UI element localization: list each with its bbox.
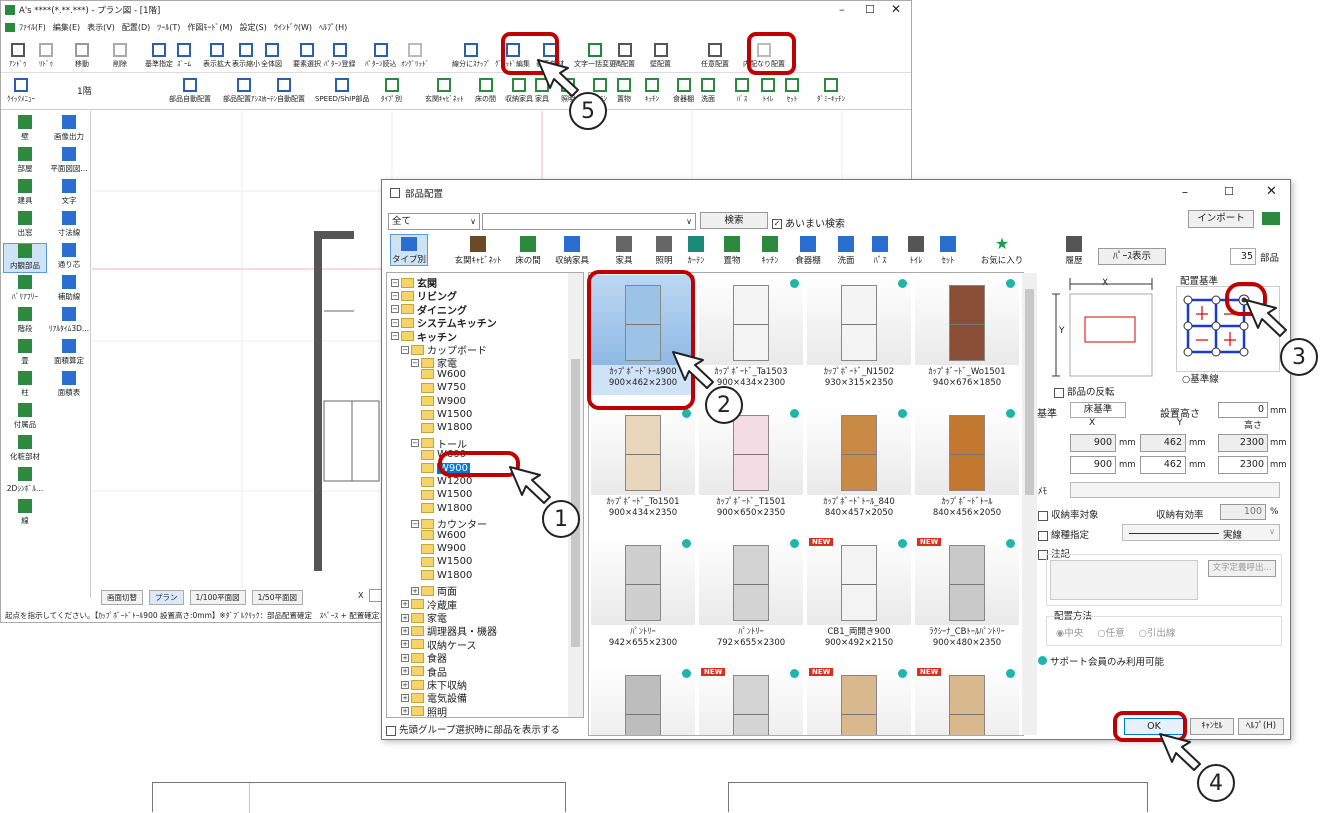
callout-2: 2 xyxy=(705,386,743,424)
pointer-arrows xyxy=(509,59,1287,771)
callout-5: 5 xyxy=(569,92,607,130)
callout-4: 4 xyxy=(1197,764,1235,802)
callout-3: 3 xyxy=(1280,338,1318,376)
callout-1: 1 xyxy=(542,500,580,538)
